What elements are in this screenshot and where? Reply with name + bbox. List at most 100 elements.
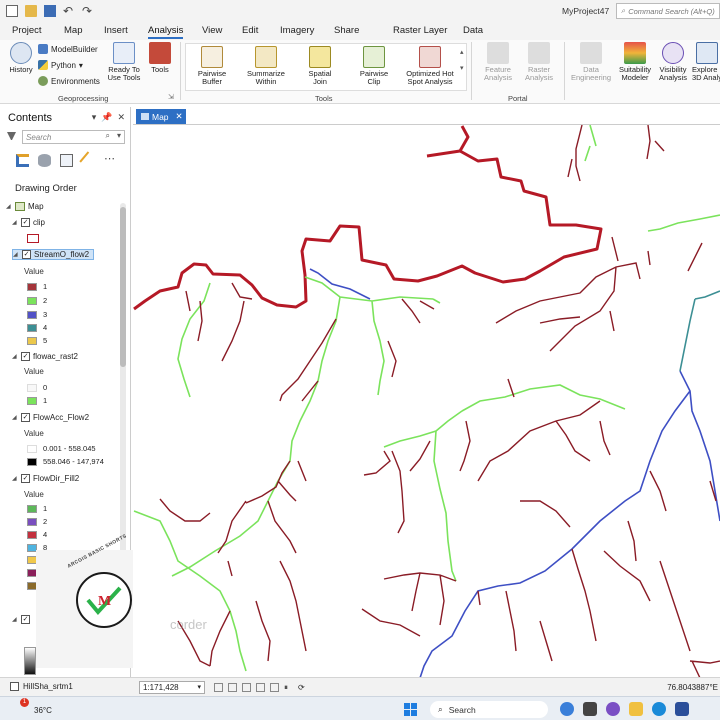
layer-visibility-checkbox[interactable]: ✓ bbox=[21, 218, 30, 227]
environments-button[interactable]: Environments bbox=[38, 76, 100, 86]
list-by-selection-icon[interactable] bbox=[60, 154, 73, 167]
legend-swatch[interactable] bbox=[27, 383, 37, 392]
dialog-launcher-icon[interactable]: ⇲ bbox=[168, 93, 174, 101]
legend-swatch[interactable] bbox=[27, 457, 37, 466]
data-engineering-button[interactable]: Data Engineering bbox=[568, 42, 614, 82]
list-by-data-source-icon[interactable] bbox=[38, 154, 51, 167]
save-icon[interactable] bbox=[44, 5, 56, 17]
layer-clip[interactable]: ◢ ✓ clip bbox=[12, 218, 45, 227]
expand-triangle-icon[interactable]: ◢ bbox=[12, 414, 18, 421]
ready-to-use-tools-button[interactable]: Ready To Use Tools bbox=[104, 42, 144, 82]
app-icon[interactable] bbox=[606, 702, 620, 716]
layer-visibility-checkbox[interactable] bbox=[10, 682, 19, 691]
grid-icon[interactable] bbox=[242, 683, 251, 692]
contents-scroll-thumb[interactable] bbox=[120, 207, 126, 367]
weather-temperature[interactable]: 36°C bbox=[34, 706, 52, 715]
file-explorer-icon[interactable] bbox=[629, 702, 643, 716]
legend-swatch[interactable] bbox=[27, 504, 37, 513]
tab-map[interactable]: Map bbox=[64, 25, 82, 36]
expand-triangle-icon[interactable]: ◢ bbox=[6, 203, 12, 210]
map-canvas[interactable] bbox=[133, 124, 720, 677]
map-scale-input[interactable]: 1:171,428 ▾ bbox=[139, 681, 205, 694]
tab-data[interactable]: Data bbox=[463, 25, 483, 36]
gallery-scroll-up-icon[interactable]: ▴ bbox=[460, 48, 464, 56]
layer-hillsha-srtm1[interactable]: HillSha_srtm1 bbox=[10, 682, 73, 691]
legend-swatch[interactable] bbox=[27, 517, 37, 526]
layer-flowac-rast2[interactable]: ◢ ✓ flowac_rast2 bbox=[12, 352, 78, 361]
legend-swatch[interactable] bbox=[27, 310, 37, 319]
tab-project[interactable]: Project bbox=[12, 25, 42, 36]
python-button[interactable]: Python ▾ bbox=[38, 60, 83, 70]
list-by-drawing-order-icon[interactable] bbox=[16, 154, 29, 167]
legend-swatch[interactable] bbox=[27, 323, 37, 332]
pause-icon[interactable]: ⏸ bbox=[284, 683, 293, 692]
layer-visibility-checkbox[interactable]: ✓ bbox=[21, 474, 30, 483]
expand-triangle-icon[interactable]: ◢ bbox=[12, 475, 18, 482]
contents-search-input[interactable]: Search ⌕ ▾ bbox=[22, 130, 125, 144]
legend-swatch[interactable] bbox=[27, 336, 37, 345]
new-project-icon[interactable] bbox=[6, 5, 18, 17]
pane-options-icon[interactable]: ▾ bbox=[92, 112, 97, 123]
tab-insert[interactable]: Insert bbox=[104, 25, 128, 36]
more-options-icon[interactable]: ⋯ bbox=[104, 154, 117, 167]
grid-icon[interactable] bbox=[228, 683, 237, 692]
expand-triangle-icon[interactable]: ◢ bbox=[12, 219, 18, 226]
tab-raster-layer[interactable]: Raster Layer bbox=[393, 25, 447, 36]
raster-analysis-button[interactable]: Raster Analysis bbox=[520, 42, 558, 82]
spatial-join-button[interactable]: Spatial Join bbox=[298, 46, 342, 86]
expand-triangle-icon[interactable]: ◢ bbox=[12, 353, 18, 360]
refresh-icon[interactable]: ⟳ bbox=[298, 683, 307, 692]
tab-share[interactable]: Share bbox=[334, 25, 359, 36]
copilot-icon[interactable] bbox=[560, 702, 574, 716]
grid-icon[interactable] bbox=[270, 683, 279, 692]
tab-analysis[interactable]: Analysis bbox=[148, 25, 184, 39]
modelbuilder-button[interactable]: ModelBuilder bbox=[38, 44, 98, 54]
visibility-analysis-button[interactable]: Visibility Analysis bbox=[654, 42, 692, 82]
task-view-icon[interactable] bbox=[583, 702, 597, 716]
history-button[interactable]: History bbox=[5, 42, 37, 74]
taskbar-search-input[interactable]: ⌕ Search bbox=[430, 701, 548, 718]
layer-visibility-checkbox[interactable]: ✓ bbox=[22, 250, 31, 259]
legend-swatch[interactable] bbox=[27, 282, 37, 291]
windows-start-icon[interactable] bbox=[404, 703, 417, 716]
grid-icon[interactable] bbox=[214, 683, 223, 692]
tab-imagery[interactable]: Imagery bbox=[280, 25, 314, 36]
pairwise-clip-button[interactable]: Pairwise Clip bbox=[352, 46, 396, 86]
legend-swatch[interactable] bbox=[27, 396, 37, 405]
layer-hillshade-partial[interactable]: ◢ ✓ bbox=[12, 615, 30, 624]
layer-visibility-checkbox[interactable]: ✓ bbox=[21, 413, 30, 422]
tools-button[interactable]: Tools bbox=[146, 42, 174, 74]
layer-flowacc-flow2[interactable]: ◢ ✓ FlowAcc_Flow2 bbox=[12, 413, 89, 422]
close-tab-icon[interactable]: ✕ bbox=[176, 111, 183, 122]
close-icon[interactable]: ✕ bbox=[117, 112, 125, 123]
tab-view[interactable]: View bbox=[202, 25, 222, 36]
optimized-hot-spot-button[interactable]: Optimized Hot Spot Analysis bbox=[401, 46, 459, 86]
list-by-editing-icon[interactable] bbox=[79, 151, 98, 170]
layer-streamo-flow2[interactable]: ◢ ✓ StreamO_flow2 bbox=[12, 249, 95, 260]
gallery-scroll-down-icon[interactable]: ▾ bbox=[460, 64, 464, 72]
open-folder-icon[interactable] bbox=[25, 5, 37, 17]
expand-triangle-icon[interactable]: ◢ bbox=[12, 616, 18, 623]
map-view-tab[interactable]: Map ✕ bbox=[136, 109, 186, 124]
suitability-modeler-button[interactable]: Suitability Modeler bbox=[614, 42, 656, 82]
expand-triangle-icon[interactable]: ◢ bbox=[13, 251, 19, 258]
summarize-within-button[interactable]: Summarize Within bbox=[242, 46, 290, 86]
map-node[interactable]: ◢ Map bbox=[6, 202, 44, 211]
command-search-input[interactable]: ⌕ Command Search (Alt+Q) bbox=[616, 3, 720, 19]
layer-flowdir-fill2[interactable]: ◢ ✓ FlowDir_Fill2 bbox=[12, 474, 79, 483]
redo-icon[interactable]: ↷ bbox=[82, 5, 94, 17]
edge-browser-icon[interactable] bbox=[652, 702, 666, 716]
explore-3d-analysis-button[interactable]: Explore 3D Analy bbox=[692, 42, 720, 82]
arcgis-pro-icon[interactable] bbox=[675, 702, 689, 716]
undo-icon[interactable]: ↶ bbox=[63, 5, 75, 17]
legend-swatch[interactable] bbox=[27, 530, 37, 539]
polygon-outline-swatch[interactable] bbox=[27, 234, 39, 243]
layer-visibility-checkbox[interactable]: ✓ bbox=[21, 615, 30, 624]
pairwise-buffer-button[interactable]: Pairwise Buffer bbox=[190, 46, 234, 86]
filter-icon[interactable] bbox=[7, 132, 16, 141]
legend-swatch[interactable] bbox=[27, 296, 37, 305]
feature-analysis-button[interactable]: Feature Analysis bbox=[478, 42, 518, 82]
legend-swatch[interactable] bbox=[27, 444, 37, 453]
tab-edit[interactable]: Edit bbox=[242, 25, 258, 36]
layer-visibility-checkbox[interactable]: ✓ bbox=[21, 352, 30, 361]
